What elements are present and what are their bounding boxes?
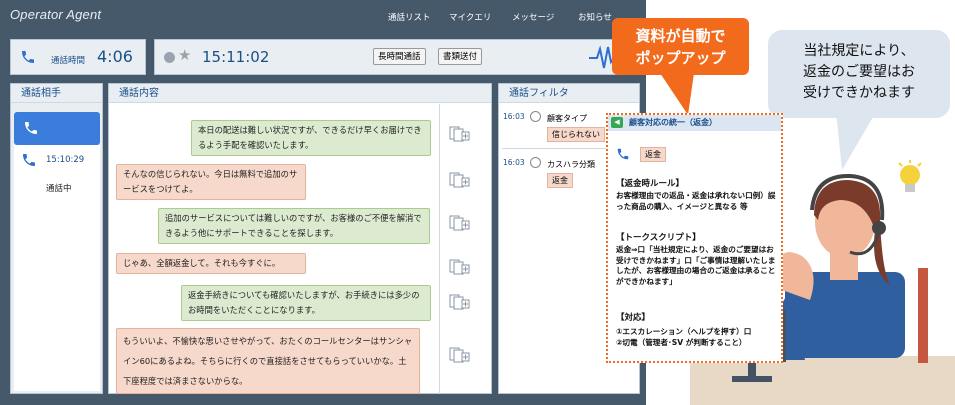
customer-message: じゃあ、全額返金して。それも今すぐに。 [116, 253, 306, 274]
action-heading: 【対応】 [616, 313, 651, 323]
script-text: 返金⇒口「当社規定により、返金のご要望はお受けできかねます」口「ご事情は理解いた… [616, 245, 776, 286]
popup-tag: 返金 [640, 147, 666, 162]
copy-icon[interactable] [448, 215, 470, 231]
operator-message: 追加のサービスについては難しいのですが、お客様のご不便を解消できるよう他にサポー… [158, 208, 430, 244]
check-icon[interactable] [530, 111, 541, 122]
filter-time: 16:03 [503, 158, 525, 167]
reference-popup: ◀ 顧客対応の統一（返金） 返金 【返金時ルール】 お客様理由での返品・返金は承… [606, 113, 783, 363]
speech-line: 返金のご要望はお [803, 64, 915, 80]
popup-header: ◀ 顧客対応の統一（返金） [608, 115, 781, 131]
speech-tail [836, 112, 876, 170]
filter-tag: 信じられない [547, 127, 605, 142]
filter-title: 通話フィルタ [499, 84, 639, 103]
phone-icon [617, 148, 629, 160]
nav-call-list[interactable]: 通話リスト [388, 11, 431, 23]
rule-heading: 【返金時ルール】 [616, 179, 685, 189]
filter-label: 顧客タイプ [547, 114, 587, 123]
copy-icon[interactable] [448, 172, 470, 188]
popup-callout: 資料が自動で ポップアップ [612, 18, 749, 75]
duration-label: 通話時間 [51, 56, 86, 66]
phone-icon [23, 154, 35, 166]
copy-icon[interactable] [448, 259, 470, 275]
operator-message: 本日の配送は難しい状況ですが、できるだけ早くお届けできるよう手配を確認いたします… [191, 120, 431, 156]
call-start-time: 15:10:29 [46, 155, 85, 165]
long-call-button[interactable]: 長時間通話 [373, 48, 426, 65]
operator-speech-bubble: 当社規定により、 返金のご要望はお 受けできかねます [768, 30, 950, 118]
phone-icon [25, 122, 37, 134]
call-detail: 15:10:29 通話中 [14, 145, 100, 391]
star-icon[interactable]: ★ [178, 46, 191, 64]
call-state: 通話中 [46, 184, 72, 194]
rule-text: お客様理由での返品・返金は承れない口例）誤った商品の購入、イメージと異なる 等 [616, 191, 776, 211]
current-time: 15:11:02 [202, 48, 270, 66]
copy-icon[interactable] [448, 294, 470, 310]
conversation-title: 通話内容 [109, 84, 491, 103]
callout-line: ポップアップ [635, 49, 726, 67]
send-document-button[interactable]: 書類送付 [438, 48, 483, 65]
divider [439, 104, 440, 394]
copy-icon[interactable] [448, 126, 470, 142]
action-hangup: ②切電（管理者･SV が判断すること） [616, 338, 747, 347]
call-status-bar: ★ 15:11:02 長時間通話 書類送付 [154, 39, 640, 75]
action-escalation: ①エスカレーション（ヘルプを押す）口 [616, 327, 752, 336]
conversation-panel: 通話内容 本日の配送は難しい状況ですが、できるだけ早くお届けできるよう手配を確認… [108, 83, 492, 394]
filter-time: 16:03 [503, 112, 525, 121]
caller-panel: 通話相手 15:10:29 通話中 [10, 83, 103, 394]
customer-message: そんなの信じられない。今日は無料で追加のサービスをつけてよ。 [116, 164, 306, 200]
active-call-card[interactable] [14, 112, 100, 145]
nav-messages[interactable]: メッセージ [512, 11, 554, 23]
speaker-icon[interactable]: ◀ [611, 117, 623, 128]
phone-icon [22, 51, 34, 63]
filter-tag: 返金 [547, 173, 573, 188]
copy-icon[interactable] [448, 347, 470, 363]
callout-line: 資料が自動で [635, 27, 726, 45]
popup-title: 顧客対応の統一（返金） [629, 118, 717, 127]
caller-panel-title: 通話相手 [11, 84, 102, 103]
call-duration: 4:06 [97, 47, 133, 66]
call-timer-box: 通話時間 4:06 [10, 39, 146, 75]
app-logo: Operator Agent [10, 7, 102, 22]
nav-my-query[interactable]: マイクエリ [449, 11, 491, 23]
nav-notifications[interactable]: お知らせ [578, 11, 612, 23]
script-heading: 【トークスクリプト】 [616, 233, 701, 243]
lightbulb-icon [898, 160, 922, 192]
operator-message: 返金手続きについても確認いたしますが、お手続きには多少のお時間をいただくことにな… [181, 285, 431, 321]
top-bar: Operator Agent 通話リスト マイクエリ メッセージ お知らせ [0, 0, 646, 34]
speech-line: 当社規定により、 [803, 43, 915, 59]
callout-tail [660, 73, 694, 115]
operator-app: Operator Agent 通話リスト マイクエリ メッセージ お知らせ 通話… [0, 0, 646, 405]
check-icon[interactable] [530, 157, 541, 168]
speech-line: 受けできかねます [803, 85, 915, 101]
customer-message: もういいよ、不愉快な思いさせやがって、おたくのコールセンターはサンシャイン60に… [116, 328, 420, 394]
status-dot [164, 52, 175, 63]
filter-label: カスハラ分類 [547, 160, 595, 169]
